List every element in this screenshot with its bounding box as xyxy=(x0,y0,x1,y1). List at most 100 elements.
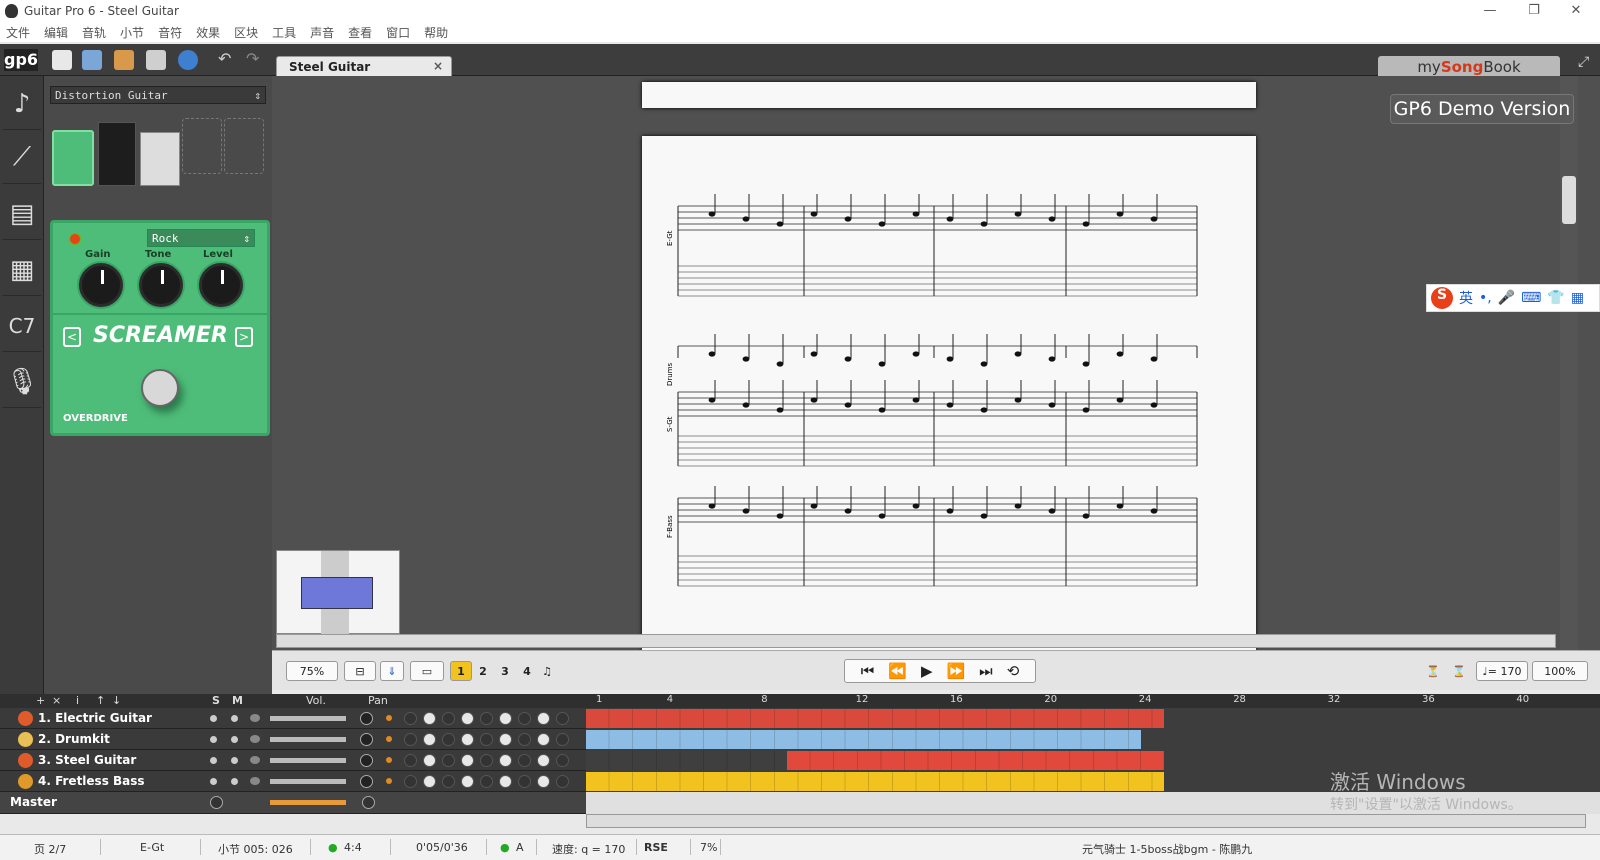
fx-knob[interactable] xyxy=(461,712,474,725)
automation-dot[interactable] xyxy=(386,778,392,784)
note-head[interactable] xyxy=(742,356,750,362)
fx-knob[interactable] xyxy=(518,712,531,725)
note-head[interactable] xyxy=(878,221,886,227)
note-head[interactable] xyxy=(946,402,954,408)
mic-icon[interactable]: 🎤 xyxy=(1498,290,1515,306)
voice-4-button[interactable]: 4 xyxy=(516,661,538,681)
note-head[interactable] xyxy=(980,513,988,519)
fx-knob[interactable] xyxy=(537,733,550,746)
note-head[interactable] xyxy=(946,508,954,514)
fx-knob[interactable] xyxy=(404,775,417,788)
note-head[interactable] xyxy=(1150,402,1158,408)
note-head[interactable] xyxy=(1150,216,1158,222)
fx-knob[interactable] xyxy=(499,775,512,788)
fx-knob[interactable] xyxy=(423,712,436,725)
menu-item[interactable]: 小节 xyxy=(120,24,144,41)
fx-knob[interactable] xyxy=(442,733,455,746)
track-info-icon[interactable]: i xyxy=(76,694,79,707)
note-head[interactable] xyxy=(1116,397,1124,403)
menu-item[interactable]: 窗口 xyxy=(386,24,410,41)
close-button[interactable]: ✕ xyxy=(1556,0,1596,22)
note-head[interactable] xyxy=(810,211,818,217)
automation-dot[interactable] xyxy=(386,715,392,721)
menu-item[interactable]: 工具 xyxy=(272,24,296,41)
track-clip[interactable] xyxy=(786,751,1165,770)
automation-dot[interactable] xyxy=(386,736,392,742)
pan-knob[interactable] xyxy=(360,775,373,788)
fx-knob[interactable] xyxy=(442,712,455,725)
rewind-icon[interactable]: ⏪ xyxy=(888,662,907,680)
open-file-icon[interactable] xyxy=(82,50,102,70)
next-preset-button[interactable]: > xyxy=(235,327,253,347)
view-mode-button[interactable]: ⇓ xyxy=(380,661,404,681)
note-head[interactable] xyxy=(810,351,818,357)
fx-knob[interactable] xyxy=(537,754,550,767)
note-head[interactable] xyxy=(1116,211,1124,217)
gain-knob[interactable] xyxy=(79,263,123,307)
note-head[interactable] xyxy=(708,397,716,403)
mysongbook-tab[interactable]: mySongBook xyxy=(1378,56,1560,78)
note-head[interactable] xyxy=(776,407,784,413)
level-knob[interactable] xyxy=(199,263,243,307)
note-head[interactable] xyxy=(912,397,920,403)
track-row[interactable]: 3. Steel Guitar xyxy=(0,750,586,771)
fx-knob[interactable] xyxy=(461,733,474,746)
fx-knob[interactable] xyxy=(499,733,512,746)
vertical-scrollbar[interactable] xyxy=(1560,76,1578,650)
note-head[interactable] xyxy=(1014,397,1022,403)
voice-3-button[interactable]: 3 xyxy=(494,661,516,681)
rack-icon[interactable]: ▦ xyxy=(3,244,41,296)
track-clip[interactable] xyxy=(586,751,787,770)
mixer-icon[interactable]: ▤ xyxy=(3,188,41,240)
track-clip[interactable] xyxy=(586,772,1165,791)
fx-knob[interactable] xyxy=(461,775,474,788)
note-head[interactable] xyxy=(844,508,852,514)
automation-dot[interactable] xyxy=(386,757,392,763)
note-head[interactable] xyxy=(1116,503,1124,509)
horizontal-scrollbar[interactable] xyxy=(276,634,1556,648)
timeline-scrollbar[interactable] xyxy=(586,814,1586,828)
menu-item[interactable]: 音轨 xyxy=(82,24,106,41)
visibility-icon[interactable] xyxy=(250,714,260,722)
move-down-icon[interactable]: ↓ xyxy=(112,694,121,707)
note-head[interactable] xyxy=(912,503,920,509)
mode-dropdown[interactable]: Rock ⇕ xyxy=(147,229,255,247)
visibility-icon[interactable] xyxy=(250,777,260,785)
fx-knob[interactable] xyxy=(480,733,493,746)
grid-icon[interactable]: ▦ xyxy=(1571,290,1584,306)
info-icon[interactable] xyxy=(178,50,198,70)
note-head[interactable] xyxy=(742,216,750,222)
fx-knob[interactable] xyxy=(404,733,417,746)
note-head[interactable] xyxy=(776,513,784,519)
empty-slot[interactable] xyxy=(182,118,222,174)
note-head[interactable] xyxy=(844,356,852,362)
empty-slot[interactable] xyxy=(224,118,264,174)
fx-knob[interactable] xyxy=(556,712,569,725)
note-head[interactable] xyxy=(708,211,716,217)
volume-slider[interactable] xyxy=(270,779,346,784)
solo-toggle[interactable] xyxy=(210,757,217,764)
keyboard-icon[interactable]: ⌨ xyxy=(1521,290,1541,306)
note-head[interactable] xyxy=(878,407,886,413)
notation-icon[interactable]: ♫ xyxy=(538,661,556,681)
first-bar-icon[interactable]: ⏮ xyxy=(861,662,875,680)
note-head[interactable] xyxy=(1014,211,1022,217)
fx-knob[interactable] xyxy=(442,754,455,767)
restore-button[interactable]: ❐ xyxy=(1514,0,1554,22)
fx-knob[interactable] xyxy=(537,712,550,725)
master-pan-knob[interactable] xyxy=(362,796,375,809)
note-head[interactable] xyxy=(708,351,716,357)
layout-select[interactable]: ⊟ xyxy=(344,661,376,681)
skin-icon[interactable]: 👕 xyxy=(1547,290,1564,306)
fx-knob[interactable] xyxy=(499,712,512,725)
track-row[interactable]: 4. Fretless Bass xyxy=(0,771,586,792)
note-icon[interactable]: ♪ xyxy=(3,78,41,130)
voice-1-button[interactable]: 1 xyxy=(450,661,472,681)
note-head[interactable] xyxy=(946,356,954,362)
track-row[interactable]: 2. Drumkit xyxy=(0,729,586,750)
new-file-icon[interactable] xyxy=(52,50,72,70)
play-icon[interactable]: ▶ xyxy=(921,662,933,680)
pan-knob[interactable] xyxy=(360,754,373,767)
note-head[interactable] xyxy=(1082,221,1090,227)
visibility-icon[interactable] xyxy=(250,756,260,764)
